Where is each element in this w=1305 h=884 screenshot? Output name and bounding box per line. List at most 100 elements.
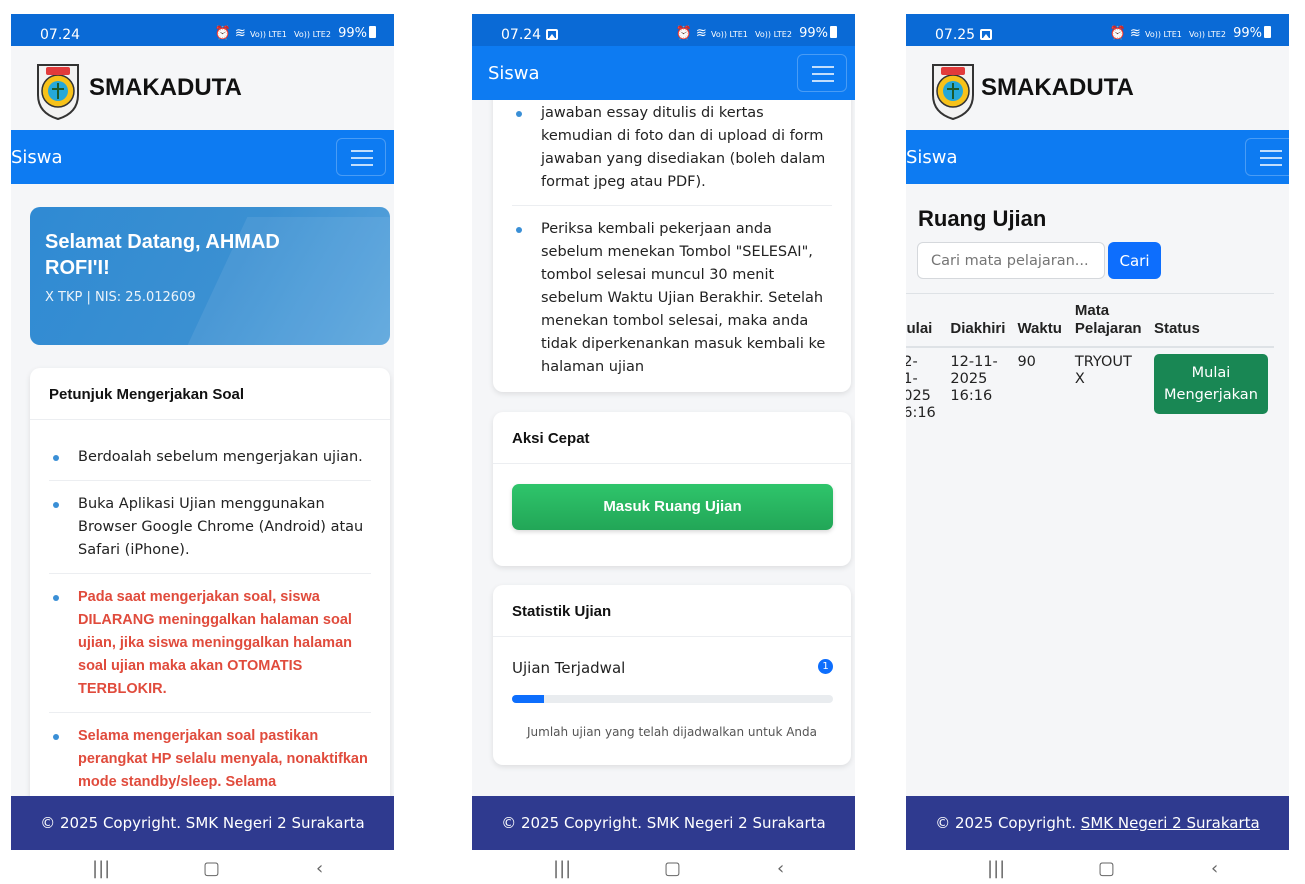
column-header: Mulai bbox=[906, 293, 945, 348]
back-icon[interactable]: ‹ bbox=[316, 858, 323, 879]
list-item-warning: Pada saat mengerjakan soal, siswa DILARA… bbox=[49, 574, 371, 713]
alarm-icon: ⏰ bbox=[214, 26, 231, 41]
column-header: Diakhiri bbox=[944, 293, 1012, 348]
home-icon[interactable]: ▢ bbox=[664, 858, 681, 879]
school-logo-icon bbox=[37, 64, 79, 121]
recent-apps-icon[interactable]: ||| bbox=[987, 858, 1005, 879]
page-title: Ruang Ujian bbox=[918, 206, 1047, 231]
search-button[interactable]: Cari bbox=[1108, 242, 1161, 279]
status-time-text: 07.25 bbox=[935, 27, 976, 43]
subject-search-input[interactable] bbox=[917, 242, 1105, 279]
scheduled-count-badge: 1 bbox=[818, 659, 833, 674]
progress-fill bbox=[512, 695, 545, 703]
footer-copyright: © 2025 Copyright. bbox=[40, 814, 186, 832]
exam-table-wrapper[interactable]: Mulai Diakhiri Waktu Mata Pelajaran Stat… bbox=[906, 293, 1289, 425]
brand-name[interactable]: SMAKADUTA bbox=[89, 74, 242, 102]
screen-exam-room: 07.25 ⏰ ≋ Vo)) LTE1 Vo)) LTE2 99% SMAKAD… bbox=[906, 14, 1289, 884]
welcome-card: Selamat Datang, AHMAD ROFI'I! X TKP | NI… bbox=[30, 207, 390, 345]
status-bar: 07.25 ⏰ ≋ Vo)) LTE1 Vo)) LTE2 99% bbox=[906, 14, 1289, 46]
instructions-title: Petunjuk Mengerjakan Soal bbox=[30, 368, 390, 420]
list-item: Berdoalah sebelum mengerjakan ujian. bbox=[49, 434, 371, 481]
statistics-card: Statistik Ujian Ujian Terjadwal 1 Jumlah… bbox=[493, 585, 851, 765]
list-item-warning: Selama mengerjakan soal pastikan perangk… bbox=[49, 713, 371, 805]
exam-table: Mulai Diakhiri Waktu Mata Pelajaran Stat… bbox=[906, 293, 1274, 425]
scheduled-progress-bar bbox=[512, 695, 833, 703]
battery-icon bbox=[1264, 26, 1271, 38]
navbar-title[interactable]: Siswa bbox=[11, 147, 63, 168]
status-icons: ⏰ ≋ Vo)) LTE1 Vo)) LTE2 99% bbox=[676, 26, 837, 41]
signal-2-label: Vo)) LTE2 bbox=[294, 30, 331, 39]
status-time-text: 07.24 bbox=[501, 27, 542, 43]
cell-status: Mulai Mengerjakan bbox=[1147, 347, 1274, 425]
scheduled-exams-label: Ujian Terjadwal bbox=[512, 659, 626, 677]
android-nav-bar: ||| ▢ ‹ bbox=[472, 850, 855, 884]
instructions-list: Berdoalah sebelum mengerjakan ujian. Buk… bbox=[30, 420, 390, 805]
statistics-title: Statistik Ujian bbox=[493, 585, 851, 637]
quick-actions-card: Aksi Cepat Masuk Ruang Ujian bbox=[493, 412, 851, 566]
battery-level: 99% bbox=[338, 26, 367, 41]
hamburger-icon bbox=[1260, 150, 1282, 152]
hamburger-icon-line bbox=[1260, 164, 1282, 166]
list-item: Buka Aplikasi Ujian menggunakan Browser … bbox=[49, 481, 371, 574]
cell-end: 12-11-2025 16:16 bbox=[944, 347, 1012, 425]
wifi-icon: ≋ bbox=[234, 26, 246, 41]
footer: © 2025 Copyright. SMK Negeri 2 Surakarta bbox=[906, 796, 1289, 850]
signal-1-label: Vo)) LTE1 bbox=[249, 30, 287, 39]
recent-apps-icon[interactable]: ||| bbox=[92, 858, 110, 879]
quick-actions-title: Aksi Cepat bbox=[493, 412, 851, 464]
screen-dashboard: 07.24 ⏰ ≋ Vo)) LTE1 Vo)) LTE2 99% SMAKAD… bbox=[11, 14, 394, 884]
school-logo-icon bbox=[932, 64, 974, 121]
enter-exam-room-button[interactable]: Masuk Ruang Ujian bbox=[512, 484, 833, 530]
recent-apps-icon[interactable]: ||| bbox=[553, 858, 571, 879]
footer: © 2025 Copyright. SMK Negeri 2 Surakarta bbox=[472, 796, 855, 850]
menu-toggle-button[interactable] bbox=[336, 138, 386, 176]
status-icons: ⏰ ≋ Vo)) LTE1 Vo)) LTE2 99% bbox=[1110, 26, 1271, 41]
alarm-icon: ⏰ bbox=[1109, 26, 1126, 41]
status-time: 07.24 bbox=[501, 27, 559, 43]
student-info: X TKP | NIS: 25.012609 bbox=[45, 290, 196, 305]
screen-dashboard-scrolled: jawaban essay ditulis di kertas kemudian… bbox=[472, 14, 855, 884]
back-icon[interactable]: ‹ bbox=[777, 858, 784, 879]
menu-toggle-button[interactable] bbox=[797, 54, 847, 92]
list-item: jawaban essay ditulis di kertas kemudian… bbox=[512, 90, 832, 206]
navbar: Siswa bbox=[11, 130, 394, 184]
start-exam-button[interactable]: Mulai Mengerjakan bbox=[1153, 354, 1268, 414]
brand-bar: SMAKADUTA bbox=[11, 46, 394, 130]
back-icon[interactable]: ‹ bbox=[1211, 858, 1218, 879]
android-nav-bar: ||| ▢ ‹ bbox=[11, 850, 394, 884]
status-time: 07.25 bbox=[935, 27, 993, 43]
battery-icon bbox=[830, 26, 837, 38]
instructions-card: Petunjuk Mengerjakan Soal Berdoalah sebe… bbox=[30, 368, 390, 838]
battery-icon bbox=[369, 26, 376, 38]
hamburger-icon-line bbox=[812, 80, 834, 82]
hamburger-icon bbox=[812, 66, 834, 68]
home-icon[interactable]: ▢ bbox=[203, 858, 220, 879]
hamburger-icon bbox=[351, 150, 373, 152]
signal-1-label: Vo)) LTE1 bbox=[1144, 30, 1182, 39]
home-icon[interactable]: ▢ bbox=[1098, 858, 1115, 879]
footer-school: SMK Negeri 2 Surakarta bbox=[646, 814, 826, 832]
navbar-title[interactable]: Siswa bbox=[488, 63, 540, 84]
cell-start: 12-11-2025 16:16 bbox=[906, 347, 945, 425]
gallery-icon bbox=[546, 29, 559, 40]
column-header: Status bbox=[1147, 293, 1274, 348]
signal-2-label: Vo)) LTE2 bbox=[1189, 30, 1226, 39]
footer-school-link[interactable]: SMK Negeri 2 Surakarta bbox=[1081, 814, 1260, 832]
footer-school: SMK Negeri 2 Surakarta bbox=[185, 814, 365, 832]
wifi-icon: ≋ bbox=[1129, 26, 1141, 41]
footer-copyright: © 2025 Copyright. bbox=[935, 814, 1081, 832]
menu-toggle-button[interactable] bbox=[1245, 138, 1289, 176]
hamburger-icon-line bbox=[351, 164, 373, 166]
status-bar: 07.24 ⏰ ≋ Vo)) LTE1 Vo)) LTE2 99% bbox=[472, 14, 855, 46]
statistics-caption: Jumlah ujian yang telah dijadwalkan untu… bbox=[526, 725, 817, 739]
navbar-title[interactable]: Siswa bbox=[906, 147, 958, 168]
hamburger-icon-line bbox=[351, 157, 373, 159]
brand-name[interactable]: SMAKADUTA bbox=[981, 74, 1134, 102]
table-row: 12-11-2025 16:16 12-11-2025 16:16 90 TRY… bbox=[906, 347, 1274, 425]
wifi-icon: ≋ bbox=[695, 26, 707, 41]
status-bar: 07.24 ⏰ ≋ Vo)) LTE1 Vo)) LTE2 99% bbox=[11, 14, 394, 46]
scheduled-exams-row: Ujian Terjadwal 1 bbox=[512, 659, 833, 677]
status-time: 07.24 bbox=[40, 27, 81, 43]
column-header: Waktu bbox=[1011, 293, 1069, 348]
table-header-row: Mulai Diakhiri Waktu Mata Pelajaran Stat… bbox=[906, 293, 1274, 348]
